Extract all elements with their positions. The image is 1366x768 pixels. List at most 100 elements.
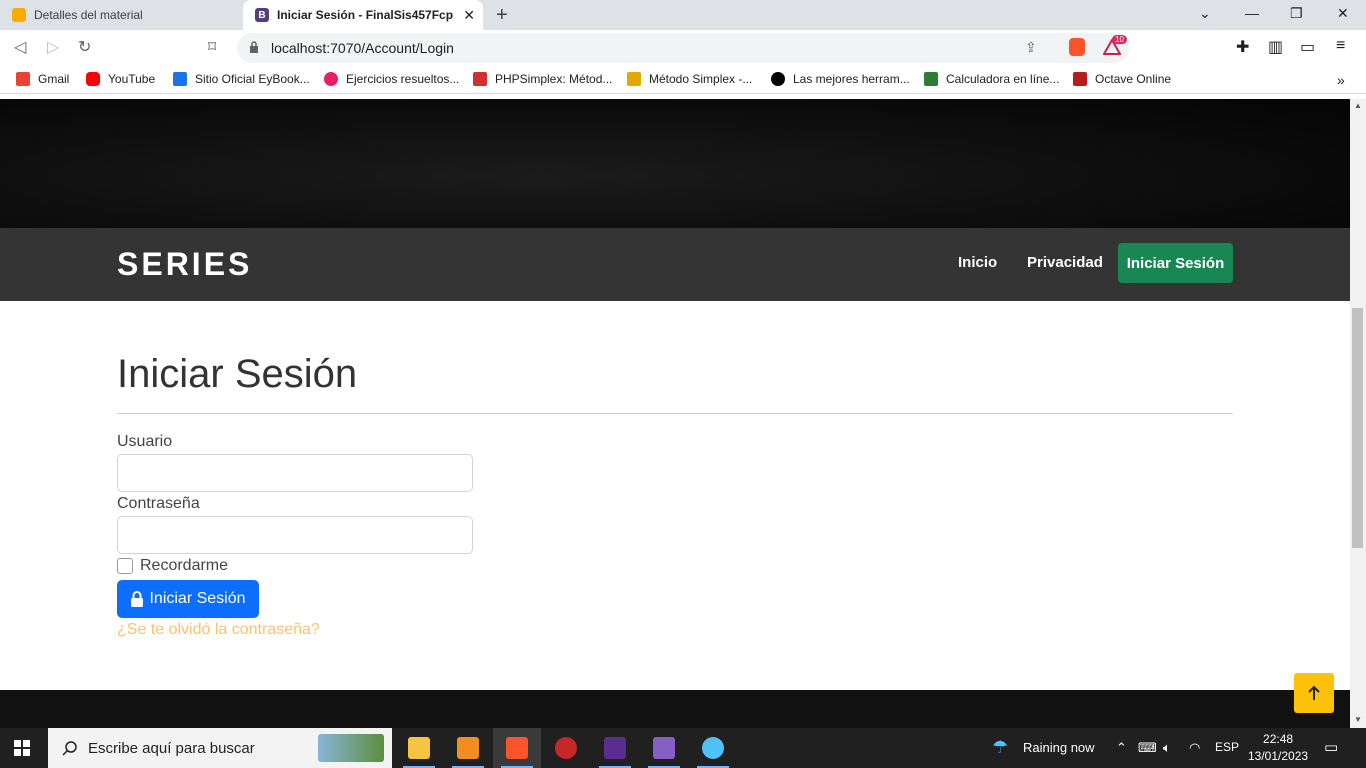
username-input[interactable] xyxy=(117,454,473,492)
bookmark-calculadora[interactable]: Calculadora en líne... xyxy=(924,72,1059,86)
remember-checkbox[interactable] xyxy=(117,558,133,574)
sidebar-icon[interactable]: ▥ xyxy=(1268,37,1283,57)
clock[interactable]: 22:48 13/01/2023 xyxy=(1248,731,1308,765)
search-icon xyxy=(62,741,77,756)
bookmark-phpsimplex[interactable]: PHPSimplex: Métod... xyxy=(473,72,612,86)
username-label: Usuario xyxy=(117,433,173,450)
rewards-badge: 10 xyxy=(1112,35,1127,44)
extensions-icon[interactable]: ✚ xyxy=(1236,37,1249,57)
address-bar[interactable]: localhost:7070/Account/Login ⇪ 10 xyxy=(237,33,1129,63)
nav-inicio[interactable]: Inicio xyxy=(958,254,997,271)
hero-banner xyxy=(0,99,1350,228)
more-bookmarks-icon[interactable]: » xyxy=(1337,72,1345,88)
clock-date: 13/01/2023 xyxy=(1248,749,1309,763)
red-app-icon[interactable] xyxy=(542,728,590,768)
browser-tab-detalles[interactable]: Detalles del material xyxy=(0,0,240,30)
nav-privacidad[interactable]: Privacidad xyxy=(1027,254,1103,271)
bookmark-label: Las mejores herram... xyxy=(793,72,910,86)
menu-icon[interactable]: ≡ xyxy=(1336,37,1345,55)
show-hidden-icons-icon[interactable]: ⌃ xyxy=(1116,740,1127,756)
page-scrollbar[interactable]: ▲ ▼ xyxy=(1350,99,1366,728)
phpsimplex-icon xyxy=(473,72,487,86)
wifi-icon[interactable]: ◠ xyxy=(1189,740,1200,756)
share-icon[interactable]: ⇪ xyxy=(1025,39,1037,56)
bookmark-herramientas[interactable]: Las mejores herram... xyxy=(771,72,910,86)
bookmark-label: PHPSimplex: Métod... xyxy=(495,72,613,86)
bookmark-ejercicios[interactable]: Ejercicios resueltos... xyxy=(324,72,459,86)
forward-icon[interactable]: ▷ xyxy=(47,37,59,57)
bookmark-label: Método Simplex -... xyxy=(649,72,753,86)
weather-text[interactable]: Raining now xyxy=(1023,740,1095,755)
login-submit-button[interactable]: Iniciar Sesión xyxy=(117,580,259,618)
bookmark-label: Octave Online xyxy=(1095,72,1172,86)
scroll-to-top-button[interactable] xyxy=(1294,673,1334,713)
tab-search-icon[interactable]: ⌄ xyxy=(1199,5,1211,22)
windows-taskbar: Escribe aquí para buscar ☂ Raining now ⌃… xyxy=(0,728,1366,768)
lock-icon xyxy=(250,41,258,53)
volume-icon[interactable]: 🔈︎ xyxy=(1163,740,1171,756)
scroll-down-icon[interactable]: ▼ xyxy=(1354,715,1362,724)
scroll-up-icon[interactable]: ▲ xyxy=(1354,101,1362,110)
file-explorer-icon[interactable] xyxy=(395,728,443,768)
tab-title: Detalles del material xyxy=(34,8,143,22)
nav-iniciar-sesion[interactable]: Iniciar Sesión xyxy=(1118,243,1233,283)
lock-icon xyxy=(131,591,144,607)
scrollbar-thumb[interactable] xyxy=(1352,308,1363,548)
bookmark-metodo-simplex[interactable]: Método Simplex -... xyxy=(627,72,752,86)
google-classroom-icon xyxy=(12,8,26,22)
bookmarks-bar: Gmail YouTube Sitio Oficial EyBook... Ej… xyxy=(0,66,1366,94)
bookmark-label: Sitio Oficial EyBook... xyxy=(195,72,310,86)
input-method-icon[interactable]: ⌨ xyxy=(1138,740,1157,756)
bookmark-gmail[interactable]: Gmail xyxy=(16,72,69,86)
language-indicator[interactable]: ESP xyxy=(1215,740,1239,754)
bookmark-icon[interactable]: ⌑ xyxy=(208,37,216,57)
url-text: localhost:7070/Account/Login xyxy=(271,40,454,56)
tab-title: Iniciar Sesión - FinalSis457Fcp xyxy=(277,8,454,22)
site-navbar: SERIES Inicio Privacidad Iniciar Sesión xyxy=(0,228,1350,301)
ejercicios-icon xyxy=(324,72,338,86)
sublime-text-icon[interactable] xyxy=(444,728,492,768)
pencil-icon xyxy=(627,72,641,86)
site-footer xyxy=(0,690,1350,728)
browser-toolbar: ◁ ▷ ↻ ⌑ localhost:7070/Account/Login ⇪ 1… xyxy=(0,30,1366,66)
brave-browser-icon[interactable] xyxy=(493,728,541,768)
search-placeholder: Escribe aquí para buscar xyxy=(88,740,255,757)
taskbar-search-box[interactable]: Escribe aquí para buscar xyxy=(48,728,392,768)
gmail-icon xyxy=(16,72,30,86)
notification-icon[interactable]: ▭ xyxy=(1324,738,1338,756)
bookmark-label: Ejercicios resueltos... xyxy=(346,72,460,86)
clock-time: 22:48 xyxy=(1263,732,1294,746)
terminal-icon[interactable] xyxy=(591,728,639,768)
wallet-icon[interactable]: ▭ xyxy=(1300,37,1315,57)
eybook-icon xyxy=(173,72,187,86)
bootstrap-icon: B xyxy=(255,8,269,22)
password-input[interactable] xyxy=(117,516,473,554)
forgot-password-link[interactable]: ¿Se te olvidó la contraseña? xyxy=(117,621,320,639)
g-icon xyxy=(771,72,785,86)
brave-shields-icon[interactable] xyxy=(1069,38,1085,56)
submit-label: Iniciar Sesión xyxy=(149,590,246,607)
visual-studio-icon[interactable] xyxy=(640,728,688,768)
browser-tab-login[interactable]: B Iniciar Sesión - FinalSis457Fcp ✕ xyxy=(243,0,483,30)
weather-rain-icon: ☂ xyxy=(992,737,1009,757)
paint-icon[interactable] xyxy=(689,728,737,768)
bookmark-label: YouTube xyxy=(108,72,156,86)
restore-icon[interactable]: ❐ xyxy=(1290,5,1303,22)
new-tab-icon[interactable]: + xyxy=(496,4,508,27)
remember-label[interactable]: Recordarme xyxy=(140,557,228,575)
site-brand[interactable]: SERIES xyxy=(117,246,252,283)
close-window-icon[interactable]: ✕ xyxy=(1337,5,1349,22)
bookmark-label: Calculadora en líne... xyxy=(946,72,1060,86)
back-icon[interactable]: ◁ xyxy=(14,37,26,57)
bookmark-octave[interactable]: Octave Online xyxy=(1073,72,1171,86)
bookmark-eybook[interactable]: Sitio Oficial EyBook... xyxy=(173,72,310,86)
close-tab-icon[interactable]: ✕ xyxy=(463,7,475,24)
octave-icon xyxy=(1073,72,1087,86)
divider xyxy=(117,413,1233,414)
bookmark-youtube[interactable]: YouTube xyxy=(86,72,155,86)
reload-icon[interactable]: ↻ xyxy=(78,37,91,57)
page-title: Iniciar Sesión xyxy=(117,352,358,396)
minimize-icon[interactable]: — xyxy=(1245,5,1259,21)
windows-start-icon[interactable] xyxy=(14,740,30,756)
arrow-up-icon xyxy=(1308,685,1320,700)
